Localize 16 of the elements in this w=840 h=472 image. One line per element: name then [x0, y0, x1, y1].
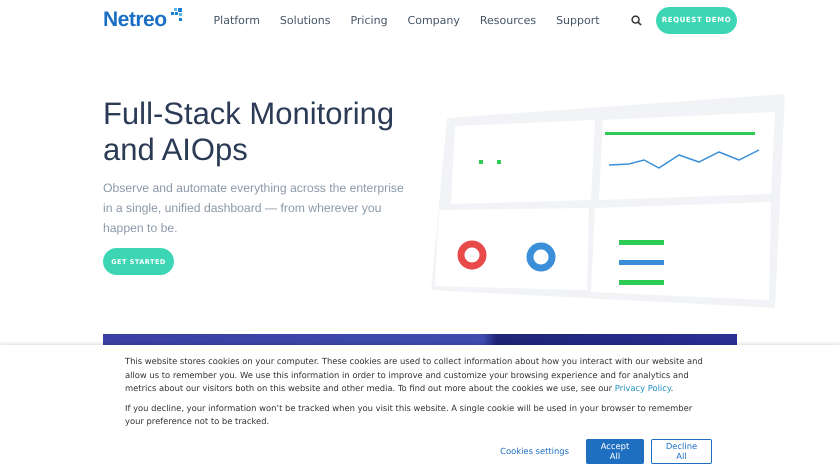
- cookie-notice-text: This website stores cookies on your computer. These cookies are used to collect information about how you interact with our website and allow us to remember you. We use this information in order to improve and customize your browsing experience and for analytics and metrics about our visitors both on this website and other media. To find out more about the cookies we use, see our Privacy Policy.: [125, 355, 704, 395]
- nav-link[interactable]: Platform: [214, 14, 260, 26]
- hero-subtitle: Observe and automate everything across the enterprise in a single, unified dashboard — from wherever you happen to be.: [103, 180, 405, 237]
- nav-link[interactable]: Support: [556, 14, 600, 26]
- cookie-notice-text: If you decline, your information won’t be tracked when you visit this website. A single cookie will be used in your browser to remember your preference not to be tracked.: [125, 402, 694, 428]
- nav-link[interactable]: Solutions: [280, 14, 330, 26]
- decline-all-button[interactable]: Decline All: [651, 438, 712, 464]
- logo[interactable]: Netreo: [103, 8, 182, 32]
- privacy-policy-link[interactable]: Privacy Policy: [614, 383, 671, 393]
- search-icon[interactable]: [631, 14, 642, 26]
- cookies-settings-link[interactable]: Cookies settings: [490, 438, 579, 464]
- accept-all-button[interactable]: Accept All: [586, 438, 644, 464]
- hero-title: Full-Stack Monitoring and AIOps: [103, 96, 396, 168]
- nav-link[interactable]: Resources: [480, 14, 536, 26]
- nav-link[interactable]: Company: [408, 14, 460, 26]
- nav-link[interactable]: Pricing: [350, 14, 388, 26]
